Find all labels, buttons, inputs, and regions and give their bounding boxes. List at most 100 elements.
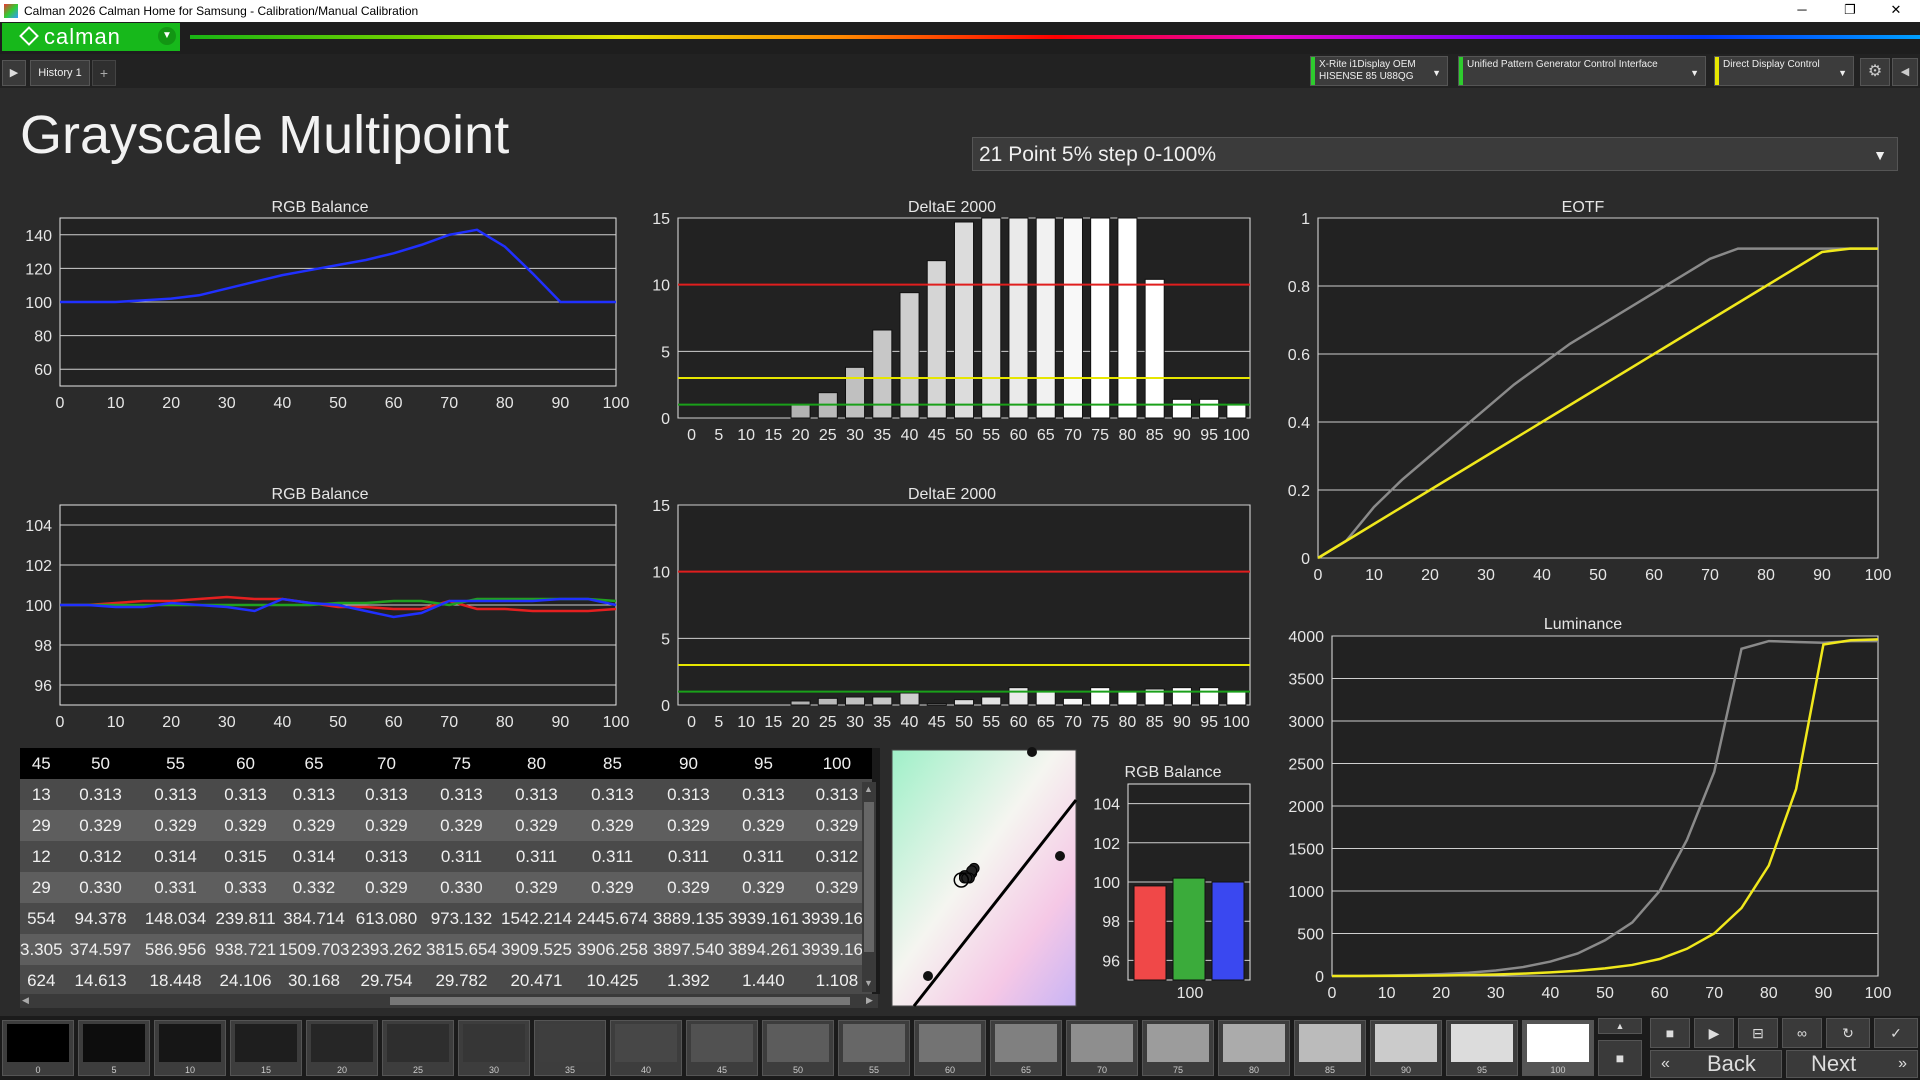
pattern-swatch-90[interactable]: 90 <box>1370 1020 1442 1076</box>
y-tick-label: 1000 <box>1288 884 1324 901</box>
column-header[interactable]: 100 <box>801 748 873 779</box>
play-icon[interactable]: ▶ <box>1694 1018 1734 1048</box>
table-cell: 0.313 <box>499 779 574 810</box>
pattern-swatch-75[interactable]: 75 <box>1142 1020 1214 1076</box>
pattern-swatch-70[interactable]: 70 <box>1066 1020 1138 1076</box>
pattern-swatch-0[interactable]: 0 <box>2 1020 74 1076</box>
pattern-swatch-100[interactable]: 100 <box>1522 1020 1594 1076</box>
x-tick-label: 90 <box>1173 714 1191 731</box>
scroll-thumb[interactable] <box>390 997 850 1005</box>
swatch-up-icon[interactable]: ▲ <box>1598 1018 1642 1034</box>
column-header[interactable]: 65 <box>278 748 350 779</box>
x-tick-label: 70 <box>1064 427 1082 444</box>
pattern-swatch-60[interactable]: 60 <box>914 1020 986 1076</box>
deltae-bar <box>1090 687 1111 706</box>
settings-gear-icon[interactable]: ⚙ <box>1860 58 1890 86</box>
table-cell: 0.329 <box>349 872 424 903</box>
column-header[interactable]: 75 <box>423 748 500 779</box>
next-button[interactable]: Next » <box>1786 1050 1918 1078</box>
scroll-left-icon[interactable]: ◀ <box>22 995 29 1006</box>
pattern-swatch-65[interactable]: 65 <box>990 1020 1062 1076</box>
table-horizontal-scrollbar[interactable]: ◀ ▶ <box>20 994 878 1008</box>
pattern-swatch-30[interactable]: 30 <box>458 1020 530 1076</box>
column-header[interactable]: 70 <box>349 748 424 779</box>
scroll-thumb[interactable] <box>864 802 874 952</box>
y-tick-label: 10 <box>652 565 670 582</box>
play-sidebar-icon[interactable]: ▶ <box>2 60 26 86</box>
close-button[interactable]: ✕ <box>1876 2 1916 18</box>
table-cell: 0.329 <box>423 810 500 841</box>
table-cell: 973.132 <box>423 903 500 934</box>
pattern-swatch-10[interactable]: 10 <box>154 1020 226 1076</box>
table-cell: 586.956 <box>138 934 213 965</box>
y-tick-label: 120 <box>25 261 52 278</box>
page-title: Grayscale Multipoint <box>20 105 510 165</box>
x-tick-label: 45 <box>928 714 946 731</box>
pattern-swatch-15[interactable]: 15 <box>230 1020 302 1076</box>
y-tick-label: 96 <box>34 678 52 695</box>
swatch-color <box>767 1024 829 1062</box>
preset-dropdown[interactable]: 21 Point 5% step 0-100% ▼ <box>972 137 1898 171</box>
column-header[interactable]: 80 <box>499 748 574 779</box>
x-tick-label: 0 <box>1328 985 1337 1002</box>
continuous-loop-icon[interactable]: ∞ <box>1782 1018 1822 1048</box>
pattern-swatch-5[interactable]: 5 <box>78 1020 150 1076</box>
column-header[interactable]: 90 <box>651 748 726 779</box>
collapse-panel-icon[interactable]: ◀ <box>1892 58 1918 86</box>
read-series-icon[interactable]: ⊟ <box>1738 1018 1778 1048</box>
table-vertical-scrollbar[interactable]: ▲ ▼ <box>862 782 876 992</box>
swatch-color <box>691 1024 753 1062</box>
column-header[interactable]: 85 <box>573 748 652 779</box>
x-tick-label: 90 <box>1173 427 1191 444</box>
pattern-swatch-80[interactable]: 80 <box>1218 1020 1290 1076</box>
measurement-table[interactable]: 45 50 55 60 65 70 75 80 85 90 95 100 13 0.313 0.313 0.3… <box>20 748 880 994</box>
scroll-down-icon[interactable]: ▼ <box>864 978 874 988</box>
column-header[interactable]: 60 <box>212 748 279 779</box>
history-tab[interactable]: History 1 <box>30 60 90 86</box>
check-icon[interactable]: ✓ <box>1874 1018 1918 1048</box>
x-tick-label: 50 <box>955 714 973 731</box>
back-button[interactable]: « Back <box>1650 1050 1782 1078</box>
scroll-up-icon[interactable]: ▲ <box>864 784 874 794</box>
stop-measure-icon[interactable]: ■ <box>1598 1040 1642 1076</box>
pattern-swatch-20[interactable]: 20 <box>306 1020 378 1076</box>
column-header[interactable]: 55 <box>138 748 213 779</box>
pattern-swatch-85[interactable]: 85 <box>1294 1020 1366 1076</box>
column-header[interactable]: 50 <box>62 748 139 779</box>
logo-text: calman <box>44 24 121 49</box>
y-tick-label: 3000 <box>1288 714 1324 731</box>
rgb-bar-b <box>1211 881 1245 981</box>
pattern-swatch-25[interactable]: 25 <box>382 1020 454 1076</box>
column-header[interactable]: 95 <box>725 748 802 779</box>
pattern-swatch-95[interactable]: 95 <box>1446 1020 1518 1076</box>
table-cell: 29.782 <box>423 965 500 994</box>
chart-title: Luminance <box>1544 616 1622 633</box>
pattern-generator-selector[interactable]: Unified Pattern Generator Control Interf… <box>1458 56 1706 86</box>
column-header[interactable]: 45 <box>20 748 63 779</box>
swatch-color <box>1451 1024 1513 1062</box>
pattern-swatch-40[interactable]: 40 <box>610 1020 682 1076</box>
meter-device-selector[interactable]: X-Rite i1Display OEM HISENSE 85 U88QG ▼ <box>1310 56 1448 86</box>
add-tab-button[interactable]: + <box>92 60 116 86</box>
maximize-button[interactable]: ❐ <box>1830 2 1870 18</box>
pattern-swatch-35[interactable]: 35 <box>534 1020 606 1076</box>
display-control-selector[interactable]: Direct Display Control ▼ <box>1714 56 1854 86</box>
swatch-color <box>235 1024 297 1062</box>
table-cell: 29 <box>20 872 63 903</box>
pattern-swatch-50[interactable]: 50 <box>762 1020 834 1076</box>
stop-icon[interactable]: ■ <box>1650 1018 1690 1048</box>
x-tick-label: 60 <box>1645 567 1663 584</box>
table-cell: 613.080 <box>349 903 424 934</box>
logo-dropdown-icon[interactable]: ▼ <box>158 27 176 45</box>
calman-logo-menu[interactable]: calman ▼ <box>2 23 180 51</box>
pattern-swatch-55[interactable]: 55 <box>838 1020 910 1076</box>
minimize-button[interactable]: ─ <box>1782 2 1822 17</box>
refresh-icon[interactable]: ↻ <box>1826 1018 1870 1048</box>
table-row: 3.305 374.597 586.956 938.721 1509.703 2393.2… <box>20 934 873 965</box>
x-tick-label: 100 <box>1865 985 1892 1002</box>
swatch-label: 15 <box>260 1065 271 1075</box>
table-row: 554 94.378 148.034 239.811 384.714 613.080 973… <box>20 903 873 934</box>
scroll-right-icon[interactable]: ▶ <box>866 995 873 1006</box>
table-row: 624 14.613 18.448 24.106 30.168 29.754 29.782 2… <box>20 965 873 994</box>
pattern-swatch-45[interactable]: 45 <box>686 1020 758 1076</box>
